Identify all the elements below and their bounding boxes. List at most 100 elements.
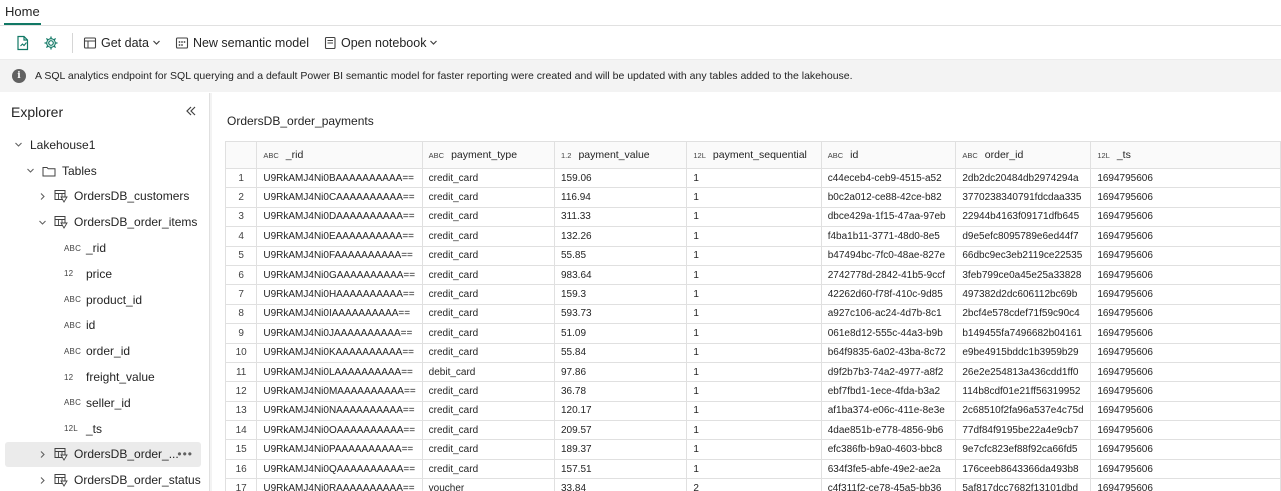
table-cell: 1694795606 bbox=[1090, 400, 1281, 422]
table-cell: credit_card bbox=[421, 381, 556, 402]
explorer-pane: Explorer Lakehouse1 Tables OrdersDB_cust… bbox=[0, 93, 210, 491]
column-node[interactable]: ABC seller_id bbox=[0, 390, 209, 416]
table-cell: U9RkAMJ4Ni0MAAAAAAAAAA== bbox=[256, 381, 423, 402]
table-label-order-items: OrdersDB_order_items bbox=[74, 215, 198, 230]
table-cell: U9RkAMJ4Ni0DAAAAAAAAAA== bbox=[256, 206, 423, 228]
table-cell: 3770238340791fdcdaa335 bbox=[955, 187, 1092, 208]
table-cell: 1694795606 bbox=[1090, 187, 1281, 208]
table-row[interactable]: 14 U9RkAMJ4Ni0OAAAAAAAAAA== credit_card 209… bbox=[224, 420, 1281, 441]
table-cell: d9e5efc8095789e6ed44f7 bbox=[955, 226, 1092, 247]
chevron-down-icon[interactable] bbox=[12, 140, 24, 149]
get-data-button[interactable]: Get data bbox=[79, 31, 165, 55]
tree-node-tables[interactable]: Tables bbox=[0, 158, 209, 184]
table-row[interactable]: 13 U9RkAMJ4Ni0NAAAAAAAAAA== credit_card 120… bbox=[224, 400, 1281, 422]
toolbar-divider bbox=[72, 32, 73, 53]
table-cell: 497382d2dc606112bc69b bbox=[955, 284, 1092, 305]
row-number: 11 bbox=[224, 361, 258, 383]
table-cell: 1 bbox=[686, 284, 822, 305]
table-row[interactable]: 2 U9RkAMJ4Ni0CAAAAAAAAAA== credit_card 116.… bbox=[224, 187, 1281, 208]
table-cell: 1 bbox=[686, 400, 822, 422]
table-row[interactable]: 7 U9RkAMJ4Ni0HAAAAAAAAAA== credit_card 159.… bbox=[224, 284, 1281, 305]
column-header[interactable]: ABC _rid bbox=[256, 141, 423, 169]
table-cell: ebf7fbd1-1ece-4fda-b3a2 bbox=[820, 381, 957, 402]
folder-icon bbox=[42, 165, 56, 177]
column-node[interactable]: ABC order_id bbox=[0, 338, 209, 364]
table-row[interactable]: 5 U9RkAMJ4Ni0FAAAAAAAAAA== credit_card 55.8… bbox=[224, 245, 1281, 266]
table-cell: 593.73 bbox=[553, 303, 688, 325]
open-notebook-label: Open notebook bbox=[340, 35, 427, 50]
column-type-icon: ABC bbox=[827, 151, 844, 160]
table-row[interactable]: 10 U9RkAMJ4Ni0KAAAAAAAAAA== credit_card 55.… bbox=[224, 342, 1281, 363]
table-cell: b0c2a012-ce88-42ce-b82 bbox=[820, 187, 957, 208]
column-node[interactable]: ABC id bbox=[0, 313, 209, 339]
column-node[interactable]: 12 price bbox=[0, 261, 209, 287]
chevron-right-icon[interactable] bbox=[36, 476, 48, 485]
table-row[interactable]: 6 U9RkAMJ4Ni0GAAAAAAAAAA== credit_card 983.… bbox=[224, 264, 1281, 286]
table-label-order-status: OrdersDB_order_status bbox=[74, 473, 201, 488]
collapse-pane-icon[interactable] bbox=[185, 105, 197, 120]
more-options-icon[interactable]: ••• bbox=[177, 447, 193, 461]
table-cell: credit_card bbox=[421, 206, 556, 228]
tree-node-order-status[interactable]: OrdersDB_order_status bbox=[0, 467, 209, 491]
tree-node-order-payments[interactable]: OrdersDB_order_... ••• bbox=[5, 441, 201, 468]
table-row[interactable]: 12 U9RkAMJ4Ni0MAAAAAAAAAA== credit_card 36.… bbox=[224, 381, 1281, 402]
column-header-label: _rid bbox=[285, 149, 304, 161]
tree-node-customers[interactable]: OrdersDB_customers bbox=[0, 184, 209, 210]
new-semantic-model-button[interactable]: New semantic model bbox=[171, 31, 313, 55]
table-row[interactable]: 17 U9RkAMJ4Ni0RAAAAAAAAAA== voucher 33.84 2 c… bbox=[224, 478, 1281, 491]
table-row[interactable]: 1 U9RkAMJ4Ni0BAAAAAAAAAA== credit_card 159.… bbox=[224, 167, 1281, 189]
table-cell: 55.85 bbox=[553, 245, 688, 266]
table-row[interactable]: 3 U9RkAMJ4Ni0DAAAAAAAAAA== credit_card 311.… bbox=[224, 206, 1281, 228]
table-cell: 1 bbox=[686, 458, 822, 480]
data-grid: ABC _rid ABC payment_type 1.2 payment_value 12… bbox=[224, 141, 1281, 491]
column-header[interactable]: ABC payment_type bbox=[421, 141, 556, 169]
column-node[interactable]: ABC _rid bbox=[0, 235, 209, 261]
column-header[interactable]: 12L payment_sequential bbox=[686, 141, 822, 169]
chevron-down-icon[interactable] bbox=[24, 166, 36, 175]
table-cell: 2c68510f2fa96a537e4c75d bbox=[955, 400, 1092, 422]
explorer-title: Explorer bbox=[11, 104, 64, 120]
row-number: 3 bbox=[224, 206, 258, 228]
column-node[interactable]: ABC product_id bbox=[0, 287, 209, 313]
table-label-customers: OrdersDB_customers bbox=[74, 189, 190, 204]
table-cell: d9f2b7b3-74a2-4977-a8f2 bbox=[820, 361, 957, 383]
table-cell: 9e7cfc823ef88f92ca66fd5 bbox=[955, 439, 1092, 460]
chevron-right-icon[interactable] bbox=[36, 450, 48, 459]
column-type-icon: ABC bbox=[962, 151, 978, 160]
column-node[interactable]: 12L _ts bbox=[0, 416, 209, 442]
table-cell: U9RkAMJ4Ni0GAAAAAAAAAA== bbox=[256, 264, 423, 286]
table-cell: U9RkAMJ4Ni0EAAAAAAAAAA== bbox=[256, 226, 423, 247]
column-type-icon: 12L bbox=[64, 424, 78, 434]
open-notebook-button[interactable]: Open notebook bbox=[319, 31, 443, 55]
table-row[interactable]: 16 U9RkAMJ4Ni0QAAAAAAAAAA== credit_card 157… bbox=[224, 458, 1281, 480]
table-cell: 120.17 bbox=[553, 400, 688, 422]
table-cell: U9RkAMJ4Ni0NAAAAAAAAAA== bbox=[256, 400, 423, 422]
column-header[interactable]: 12L _ts bbox=[1090, 141, 1281, 169]
column-header[interactable]: 1.2 payment_value bbox=[553, 141, 688, 169]
tree-node-lakehouse[interactable]: Lakehouse1 bbox=[0, 132, 209, 158]
chevron-right-icon[interactable] bbox=[36, 192, 48, 201]
settings-gear-icon[interactable] bbox=[40, 32, 62, 54]
table-cell: 2bcf4e578cdef71f59c90c4 bbox=[955, 303, 1092, 325]
column-node[interactable]: 12 freight_value bbox=[0, 364, 209, 390]
table-cell: efc386fb-b9a0-4603-bbc8 bbox=[820, 439, 957, 460]
table-cell: credit_card bbox=[421, 439, 556, 460]
table-cell: 97.86 bbox=[553, 361, 688, 383]
new-report-icon[interactable] bbox=[12, 32, 34, 54]
table-cell: 2db2dc20484db2974294a bbox=[955, 167, 1092, 189]
row-number: 12 bbox=[224, 381, 258, 402]
chevron-down-icon[interactable] bbox=[36, 218, 48, 227]
column-type-icon: ABC bbox=[64, 243, 82, 253]
table-row[interactable]: 15 U9RkAMJ4Ni0PAAAAAAAAAA== credit_card 189… bbox=[224, 439, 1281, 460]
column-name: product_id bbox=[86, 292, 143, 307]
table-row[interactable]: 11 U9RkAMJ4Ni0LAAAAAAAAAA== debit_card 97.8… bbox=[224, 361, 1281, 383]
table-row[interactable]: 4 U9RkAMJ4Ni0EAAAAAAAAAA== credit_card 132.… bbox=[224, 226, 1281, 247]
tab-home[interactable]: Home bbox=[4, 4, 41, 25]
table-row[interactable]: 8 U9RkAMJ4Ni0IAAAAAAAAAA== credit_card 593.… bbox=[224, 303, 1281, 325]
table-cell: 1694795606 bbox=[1090, 264, 1281, 286]
column-header[interactable]: ABC id bbox=[820, 141, 957, 169]
table-row[interactable]: 9 U9RkAMJ4Ni0JAAAAAAAAAA== credit_card 51.0… bbox=[224, 323, 1281, 344]
table-cell: U9RkAMJ4Ni0PAAAAAAAAAA== bbox=[256, 439, 423, 460]
column-header[interactable]: ABC order_id bbox=[955, 141, 1092, 169]
tree-node-order-items[interactable]: OrdersDB_order_items bbox=[0, 209, 209, 235]
